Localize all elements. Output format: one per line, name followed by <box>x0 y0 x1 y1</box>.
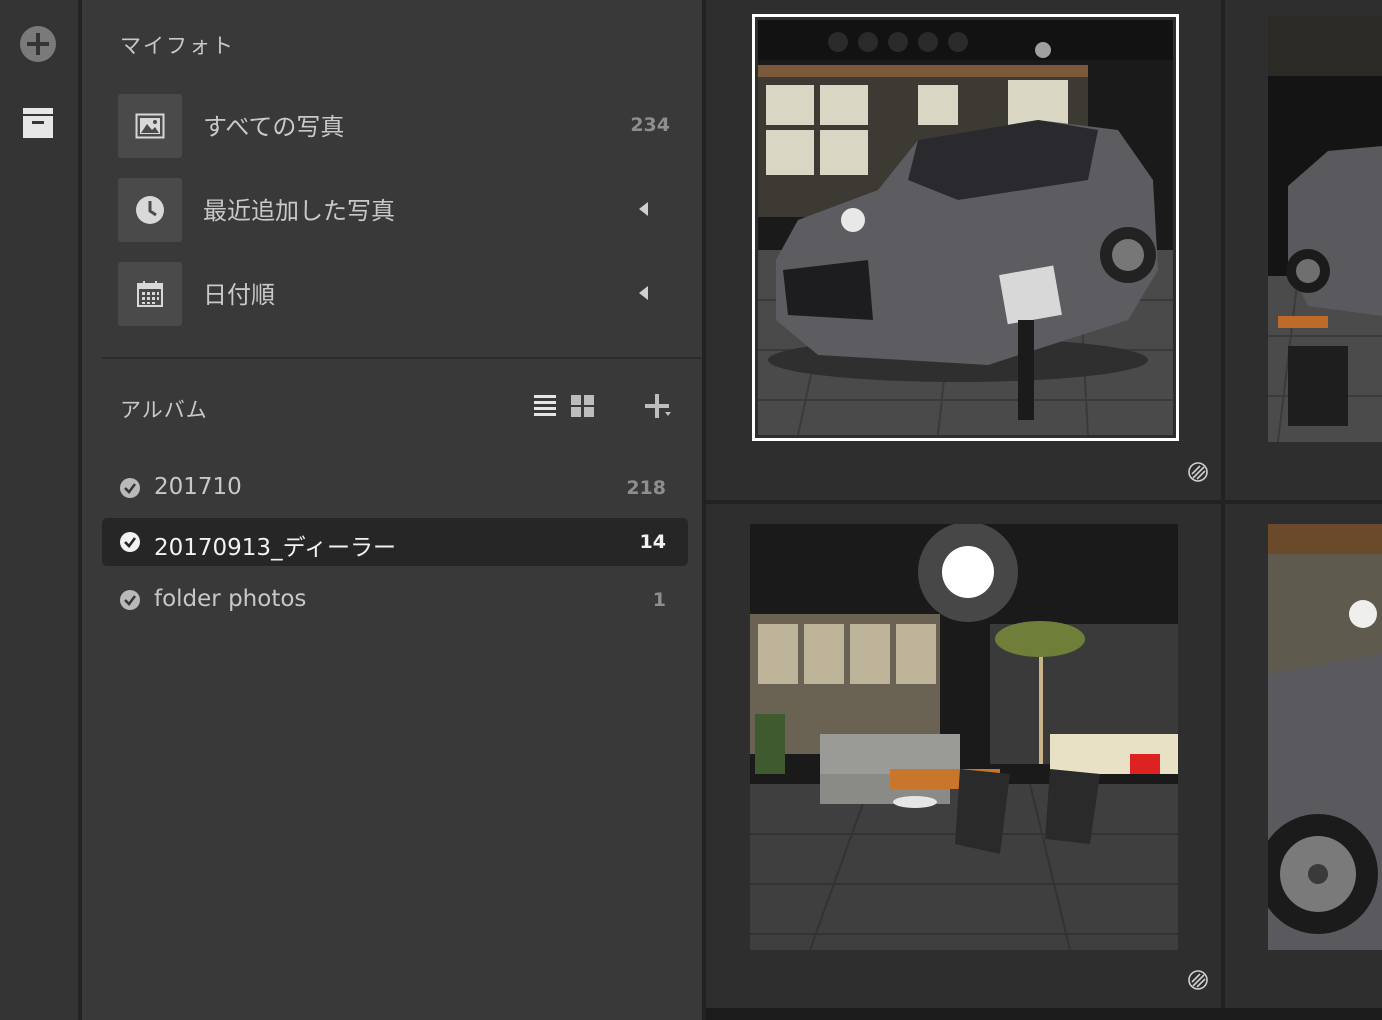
nav-recently-added-label: 最近追加した写真 <box>203 197 395 225</box>
photo-thumbnail[interactable] <box>1268 16 1382 442</box>
album-row[interactable]: folder photos 1 <box>102 576 688 624</box>
check-circle-icon <box>119 477 141 499</box>
nav-recently-added[interactable]: 最近追加した写真 <box>118 178 678 242</box>
photo-thumbnail[interactable] <box>750 524 1178 950</box>
grid-view-icon[interactable] <box>571 394 595 422</box>
nav-by-date-label: 日付順 <box>203 281 275 309</box>
check-circle-icon <box>119 589 141 611</box>
photo-cell[interactable] <box>706 504 1221 1008</box>
stripes-badge-icon <box>1188 970 1208 990</box>
album-row-selected[interactable]: 20170913_ディーラー 14 <box>102 518 688 566</box>
clock-icon <box>118 178 182 242</box>
nav-all-photos-count: 234 <box>630 114 670 136</box>
album-count: 14 <box>639 531 666 553</box>
album-count: 218 <box>626 477 666 499</box>
my-photos-title: マイフォト <box>120 34 235 58</box>
add-album-icon[interactable] <box>645 394 671 424</box>
navigation-panel: マイフォト すべての写真 234 最近追加した写真 日付順 アルバム 20171… <box>82 0 702 1020</box>
section-divider <box>102 357 702 359</box>
add-circle-icon[interactable] <box>18 24 58 64</box>
calendar-icon <box>118 262 182 326</box>
photo-cell[interactable] <box>1225 0 1382 500</box>
photo-cell[interactable] <box>1225 504 1382 1008</box>
album-name: folder photos <box>154 586 307 612</box>
album-name: 20170913_ディーラー <box>154 535 396 561</box>
album-count: 1 <box>652 589 666 611</box>
list-view-icon[interactable] <box>534 394 556 422</box>
nav-all-photos[interactable]: すべての写真 234 <box>118 94 678 158</box>
album-name: 201710 <box>154 474 242 500</box>
photo-cell[interactable] <box>706 0 1221 500</box>
albums-title: アルバム <box>120 398 208 422</box>
collapse-arrow-icon[interactable] <box>639 202 648 216</box>
nav-by-date[interactable]: 日付順 <box>118 262 678 326</box>
album-row[interactable]: 201710 218 <box>102 464 688 512</box>
archive-icon[interactable] <box>18 104 58 144</box>
grid-bottom-edge <box>706 1008 1382 1020</box>
photo-grid <box>702 0 1382 1020</box>
stripes-badge-icon <box>1188 462 1208 482</box>
icon-rail <box>0 0 82 1020</box>
photo-thumbnail[interactable] <box>752 14 1179 441</box>
nav-all-photos-label: すべての写真 <box>203 113 345 141</box>
check-circle-icon <box>119 531 141 553</box>
collapse-arrow-icon[interactable] <box>639 286 648 300</box>
image-icon <box>118 94 182 158</box>
photo-thumbnail[interactable] <box>1268 524 1382 950</box>
